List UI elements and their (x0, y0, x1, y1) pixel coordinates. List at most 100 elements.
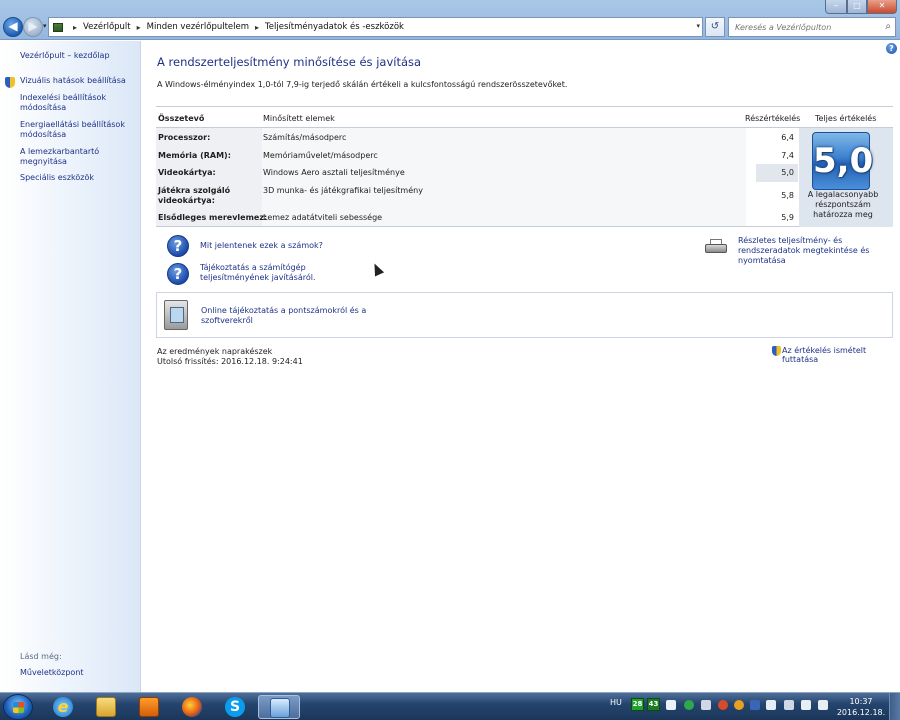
network-icon[interactable] (801, 700, 811, 710)
main-content: ? A rendszerteljesítmény minősítése és j… (142, 41, 900, 692)
tray-badge[interactable]: 43 (647, 698, 660, 711)
minimize-button[interactable]: ‒ (825, 0, 847, 14)
status-text: Az eredmények naprakészek (157, 347, 273, 356)
breadcrumb-arrow-icon[interactable]: ▸ (137, 23, 141, 32)
see-also-header: Lásd még: (20, 652, 62, 661)
breadcrumb-arrow-icon[interactable]: ▸ (255, 23, 259, 32)
last-update-text: Utolsó frissítés: 2016.12.18. 9:24:41 (157, 357, 303, 366)
header-component: Összetevő (158, 114, 205, 123)
component-name: Processzor: (158, 133, 211, 142)
taskbar-media-player[interactable] (128, 695, 170, 719)
tray-icon[interactable] (684, 700, 694, 710)
clock[interactable]: 10:37 2016.12.18. (836, 696, 886, 718)
media-player-icon (139, 697, 159, 717)
component-name: Játékra szolgáló videokártya: (158, 186, 231, 205)
table-header: Összetevő Minősített elemek Részértékelé… (156, 106, 893, 128)
clock-time: 10:37 (849, 697, 873, 706)
tray-icon[interactable] (750, 700, 760, 710)
taskbar-control-panel[interactable] (258, 695, 300, 719)
what-numbers-link[interactable]: Mit jelentenek ezek a számok? (200, 241, 323, 251)
control-panel-icon (53, 22, 63, 32)
header-rated: Minősített elemek (263, 114, 335, 123)
language-indicator[interactable]: HU (610, 698, 622, 707)
rated-item: 3D munka- és játékgrafikai teljesítmény (263, 186, 423, 195)
taskbar-skype[interactable]: S (214, 695, 256, 719)
folder-icon (96, 697, 116, 717)
skype-icon: S (225, 697, 245, 717)
mouse-cursor-icon (369, 261, 385, 277)
task-pane: Vezérlőpult – kezdőlap Vizuális hatások … (0, 41, 141, 692)
start-button[interactable] (3, 694, 33, 720)
refresh-button[interactable]: ↺ (705, 17, 725, 37)
component-name: Videokártya: (158, 168, 216, 177)
tray-icon[interactable] (734, 700, 744, 710)
maximize-button[interactable]: □ (847, 0, 867, 14)
sidebar-item-visual-effects[interactable]: Vizuális hatások beállítása (20, 76, 135, 86)
sidebar-item-disk-cleanup[interactable]: A lemezkarbantartó megnyitása (20, 147, 135, 167)
rated-item: Számítás/másodperc (263, 133, 347, 142)
address-bar[interactable]: ▸ Vezérlőpult ▸ Minden vezérlőpultelem ▸… (48, 17, 703, 37)
detailed-info-link[interactable]: Részletes teljesítmény- és rendszeradato… (738, 236, 898, 266)
uac-shield-icon (5, 77, 15, 88)
breadcrumb-arrow-icon[interactable]: ▸ (73, 23, 77, 32)
breadcrumb-performance[interactable]: Teljesítményadatok és -eszközök (265, 22, 404, 32)
score-table: Összetevő Minősített elemek Részértékelé… (156, 106, 893, 227)
help-question-icon[interactable]: ? (167, 263, 189, 285)
base-score-caption: A legalacsonyabb részpontszám határozza … (807, 190, 879, 219)
search-icon[interactable]: ⌕ (885, 21, 891, 32)
back-button[interactable]: ◀ (3, 17, 23, 37)
forward-button[interactable]: ▶ (23, 17, 43, 37)
intro-text: A Windows-élményindex 1,0-tól 7,9-ig ter… (157, 80, 568, 89)
help-icon[interactable]: ? (886, 43, 897, 54)
action-center-flag-icon[interactable] (766, 700, 776, 710)
volume-icon[interactable] (818, 700, 828, 710)
address-dropdown-icon[interactable]: ▾ (696, 22, 700, 30)
breadcrumb-control-panel[interactable]: Vezérlőpult (83, 22, 131, 32)
address-toolbar: ‒ □ ✕ ◀ ▶ ▾ ▸ Vezérlőpult ▸ Minden vezér… (0, 0, 900, 40)
tray-badge[interactable]: 28 (631, 698, 644, 711)
show-desktop-button[interactable] (889, 693, 900, 720)
clock-date: 2016.12.18. (836, 708, 886, 717)
search-input[interactable] (735, 22, 875, 32)
page-title: A rendszerteljesítmény minősítése és jav… (157, 55, 422, 69)
printer-icon[interactable] (705, 239, 727, 255)
improve-performance-link[interactable]: Tájékoztatás a számítógép teljesítményén… (200, 263, 340, 283)
tray-icon[interactable] (666, 700, 676, 710)
breadcrumb-all-items[interactable]: Minden vezérlőpultelem (147, 22, 249, 32)
component-name: Elsődleges merevlemez: (158, 213, 268, 222)
subscore: 7,4 (781, 151, 794, 160)
base-score-badge: 5,0 (812, 132, 873, 190)
subscore: 6,4 (781, 133, 794, 142)
subscore: 5,0 (781, 168, 794, 177)
tray-icon[interactable] (701, 700, 711, 710)
control-panel-icon (270, 698, 290, 718)
taskbar: e S HU 28 43 10:37 2016.12.18. (0, 692, 900, 720)
rated-item: Memóriaművelet/másodperc (263, 151, 378, 160)
header-base-score: Teljes értékelés (815, 114, 877, 123)
internet-explorer-icon: e (53, 697, 73, 717)
table-body: Processzor: Számítás/másodperc 6,4 Memór… (156, 128, 893, 227)
taskbar-explorer[interactable] (85, 695, 127, 719)
tray-icon[interactable] (718, 700, 728, 710)
computer-tower-icon (164, 300, 188, 330)
sidebar-item-action-center[interactable]: Műveletközpont (20, 668, 84, 677)
rated-item: Lemez adatátviteli sebessége (263, 213, 383, 222)
sidebar-item-power[interactable]: Energiaellátási beállítások módosítása (20, 120, 135, 140)
sidebar-item-indexing[interactable]: Indexelési beállítások módosítása (20, 93, 135, 113)
taskbar-firefox[interactable] (171, 695, 213, 719)
rerun-assessment-link[interactable]: Az értékelés ismételt futtatása (782, 346, 900, 364)
search-box[interactable]: ⌕ (728, 17, 896, 37)
sidebar-home-link[interactable]: Vezérlőpult – kezdőlap (20, 51, 135, 61)
subscore: 5,8 (781, 191, 794, 200)
close-button[interactable]: ✕ (867, 0, 897, 14)
online-info-link[interactable]: Online tájékoztatás a pontszámokról és a… (201, 306, 371, 326)
uac-shield-icon (772, 346, 781, 356)
taskbar-ie[interactable]: e (42, 695, 84, 719)
help-question-icon[interactable]: ? (167, 235, 189, 257)
tray-icon[interactable] (784, 700, 794, 710)
firefox-icon (182, 697, 202, 717)
rated-item: Windows Aero asztali teljesítménye (263, 168, 405, 177)
header-subscore: Részértékelés (745, 114, 801, 123)
sidebar-item-advanced-tools[interactable]: Speciális eszközök (20, 173, 135, 183)
subscore: 5,9 (781, 213, 794, 222)
